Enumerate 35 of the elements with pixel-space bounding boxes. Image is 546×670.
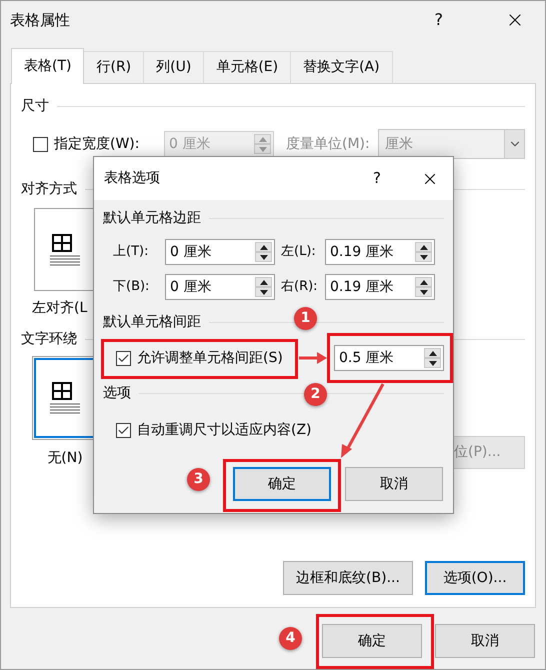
field-label: 右(R): [280, 278, 319, 296]
help-button[interactable]: ? [373, 167, 381, 190]
field-label: 左(L): [280, 243, 317, 262]
field-label: 上(T): [113, 243, 150, 262]
section-heading: 选项 [103, 384, 131, 403]
checkbox-label: 自动重调尺寸以适应内容(Z) [137, 421, 312, 440]
dialog-button[interactable]: 边框和底纹(B)... [283, 561, 413, 595]
checkbox[interactable] [116, 423, 131, 438]
help-button[interactable]: ? [434, 8, 443, 32]
dialog-button[interactable]: 确定 [233, 467, 331, 501]
section-heading: 对齐方式 [21, 180, 77, 199]
table-layout-icon [50, 234, 80, 266]
dialog-title: 表格选项 [104, 169, 161, 188]
option-label: 无(N) [47, 449, 83, 468]
wrapping-option[interactable] [34, 358, 96, 438]
tab[interactable]: 表格(T) [11, 48, 84, 84]
field-label: 指定宽度(W): [54, 134, 140, 154]
window-title: 表格属性 [10, 10, 71, 31]
section-heading: 文字环绕 [21, 330, 77, 349]
option-label: 左对齐(L [32, 299, 88, 318]
dialog-button[interactable]: 取消 [345, 467, 443, 501]
tab[interactable]: 替换文字(A) [290, 51, 393, 83]
field-label: 度量单位(M): [286, 134, 370, 154]
checkbox[interactable] [116, 350, 131, 366]
dialog-button[interactable]: 确定 [322, 624, 422, 658]
arrow [299, 352, 327, 364]
section-heading: 默认单元格间距 [103, 313, 201, 332]
section-heading: 默认单元格边距 [103, 209, 201, 228]
section-heading: 尺寸 [21, 97, 49, 116]
step-marker: 4 [279, 627, 302, 650]
field-label: 下(B): [113, 278, 150, 296]
dialog-button[interactable]: 取消 [435, 624, 535, 658]
checkbox-label: 允许调整单元格间距(S) [137, 348, 283, 368]
dialog-button[interactable]: 选项(O)... [425, 561, 525, 595]
table-layout-icon [50, 382, 80, 414]
